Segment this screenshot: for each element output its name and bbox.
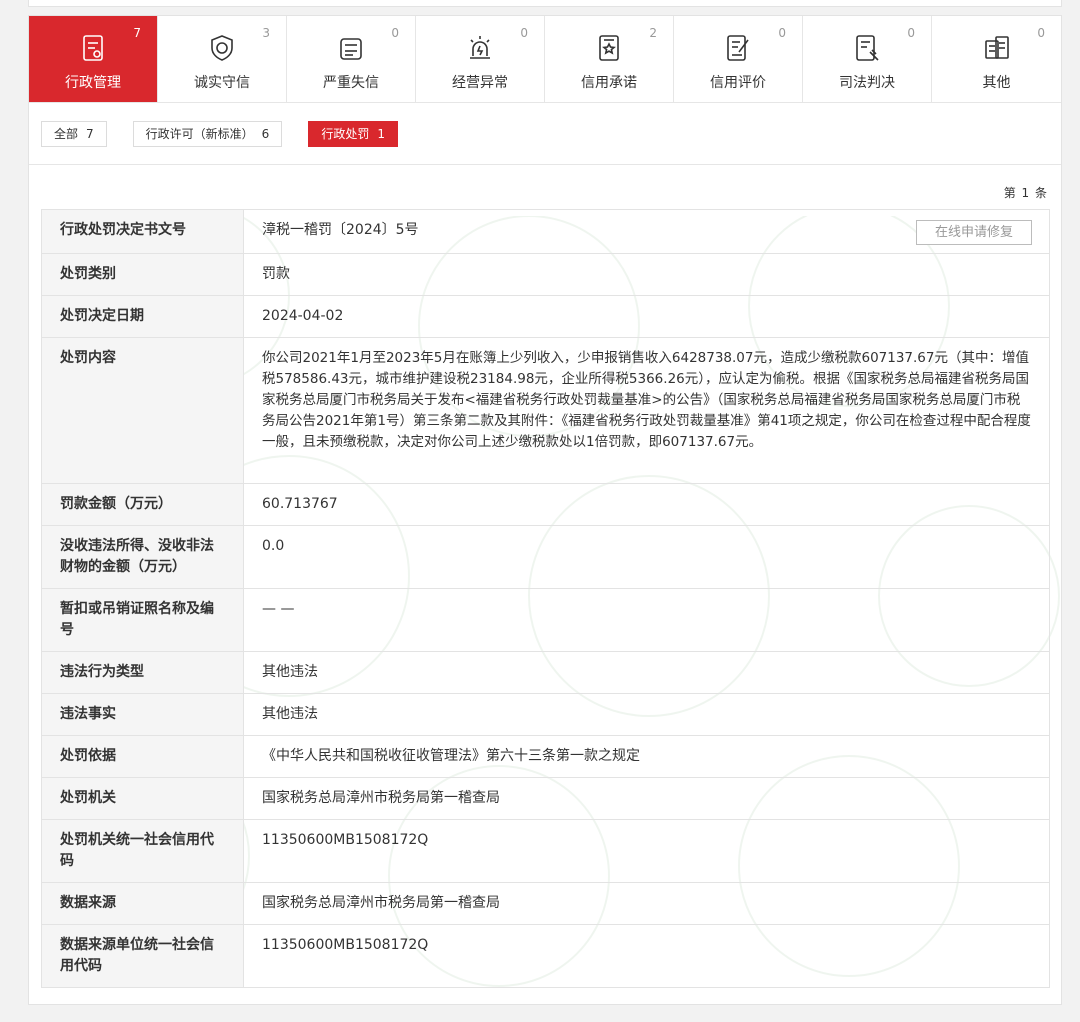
field-value: 罚款 <box>243 253 1050 296</box>
decision-number: 漳税一稽罚〔2024〕5号 <box>262 222 419 238</box>
tab-business-abnormal[interactable]: 经营异常 0 <box>416 16 545 102</box>
table-row: 行政处罚决定书文号 漳税一稽罚〔2024〕5号 在线申请修复 <box>41 209 1050 254</box>
tab-serious-dishonest[interactable]: 严重失信 0 <box>287 16 416 102</box>
field-label: 处罚机关 <box>41 777 244 820</box>
promise-star-icon <box>593 32 625 64</box>
dishonest-list-icon <box>335 32 367 64</box>
field-label: 暂扣或吊销证照名称及编号 <box>41 588 244 652</box>
field-value: — — <box>243 588 1050 652</box>
tab-label: 其他 <box>982 75 1011 91</box>
tab-count: 0 <box>907 26 915 40</box>
table-row: 处罚机关统一社会信用代码 11350600MB1508172Q <box>41 819 1050 883</box>
table-row: 违法事实 其他违法 <box>41 693 1050 736</box>
tab-count: 7 <box>133 26 141 40</box>
filter-all[interactable]: 全部 7 <box>41 121 107 147</box>
other-doc-icon <box>981 32 1013 64</box>
tab-label: 信用承诺 <box>581 75 637 91</box>
field-value: 漳税一稽罚〔2024〕5号 在线申请修复 <box>243 209 1050 254</box>
field-label: 处罚决定日期 <box>41 295 244 338</box>
divider <box>29 164 1061 165</box>
field-label: 没收违法所得、没收非法财物的金额（万元） <box>41 525 244 589</box>
table-row: 违法行为类型 其他违法 <box>41 651 1050 694</box>
tab-label: 信用评价 <box>710 75 766 91</box>
table-row: 数据来源 国家税务总局漳州市税务局第一稽查局 <box>41 882 1050 925</box>
sub-filter-bar: 全部 7 行政许可（新标准） 6 行政处罚 1 <box>41 121 398 147</box>
tab-honest[interactable]: 诚实守信 3 <box>158 16 287 102</box>
field-value: 11350600MB1508172Q <box>243 924 1050 988</box>
tab-count: 3 <box>262 26 270 40</box>
filter-admin-penalty[interactable]: 行政处罚 1 <box>308 121 398 147</box>
tab-count: 2 <box>649 26 657 40</box>
table-row: 暂扣或吊销证照名称及编号 — — <box>41 588 1050 652</box>
field-value: 国家税务总局漳州市税务局第一稽查局 <box>243 777 1050 820</box>
field-value: 2024-04-02 <box>243 295 1050 338</box>
table-row: 处罚机关 国家税务总局漳州市税务局第一稽查局 <box>41 777 1050 820</box>
field-label: 数据来源单位统一社会信用代码 <box>41 924 244 988</box>
field-value: 你公司2021年1月至2023年5月在账簿上少列收入，少申报销售收入642873… <box>243 337 1050 484</box>
tab-label: 行政管理 <box>65 75 121 91</box>
field-label: 处罚类别 <box>41 253 244 296</box>
tab-count: 0 <box>1037 26 1045 40</box>
table-row: 罚款金额（万元） 60.713767 <box>41 483 1050 526</box>
tab-label: 司法判决 <box>839 75 895 91</box>
evaluation-pen-icon <box>722 32 754 64</box>
penalty-detail-table: 行政处罚决定书文号 漳税一稽罚〔2024〕5号 在线申请修复 处罚类别 罚款 处… <box>41 209 1050 988</box>
online-repair-button[interactable]: 在线申请修复 <box>916 220 1032 245</box>
filter-count: 7 <box>86 127 94 141</box>
tab-label: 诚实守信 <box>194 75 250 91</box>
field-label: 罚款金额（万元） <box>41 483 244 526</box>
tab-count: 0 <box>778 26 786 40</box>
table-row: 处罚类别 罚款 <box>41 253 1050 296</box>
table-row: 没收违法所得、没收非法财物的金额（万元） 0.0 <box>41 525 1050 589</box>
field-label: 违法行为类型 <box>41 651 244 694</box>
tab-credit-evaluation[interactable]: 信用评价 0 <box>674 16 803 102</box>
field-label: 行政处罚决定书文号 <box>41 209 244 254</box>
tab-admin-management[interactable]: 行政管理 7 <box>29 16 158 102</box>
field-label: 处罚内容 <box>41 337 244 484</box>
field-value: 《中华人民共和国税收征收管理法》第六十三条第一款之规定 <box>243 735 1050 778</box>
top-strip <box>28 0 1062 7</box>
field-value: 国家税务总局漳州市税务局第一稽查局 <box>243 882 1050 925</box>
admin-doc-icon <box>77 32 109 64</box>
field-value: 其他违法 <box>243 651 1050 694</box>
filter-admin-license[interactable]: 行政许可（新标准） 6 <box>132 121 283 147</box>
filter-count: 1 <box>377 127 385 141</box>
filter-label: 行政许可（新标准） <box>145 127 254 141</box>
record-count: 第 1 条 <box>1003 186 1048 200</box>
tab-other[interactable]: 其他 0 <box>932 16 1061 102</box>
tab-count: 0 <box>391 26 399 40</box>
field-value: 60.713767 <box>243 483 1050 526</box>
table-row: 处罚决定日期 2024-04-02 <box>41 295 1050 338</box>
alarm-light-icon <box>464 32 496 64</box>
field-label: 处罚依据 <box>41 735 244 778</box>
field-value: 0.0 <box>243 525 1050 589</box>
judgment-icon <box>851 32 883 64</box>
field-value: 11350600MB1508172Q <box>243 819 1050 883</box>
category-tabs: 行政管理 7 诚实守信 3 严重失信 0 经营异常 0 信用承诺 2 信用评价 … <box>29 16 1061 103</box>
tab-credit-promise[interactable]: 信用承诺 2 <box>545 16 674 102</box>
tab-label: 严重失信 <box>323 75 379 91</box>
tab-count: 0 <box>520 26 528 40</box>
filter-label: 行政处罚 <box>321 127 370 141</box>
field-label: 处罚机关统一社会信用代码 <box>41 819 244 883</box>
table-row: 数据来源单位统一社会信用代码 11350600MB1508172Q <box>41 924 1050 988</box>
field-label: 数据来源 <box>41 882 244 925</box>
shield-credit-icon <box>206 32 238 64</box>
tab-label: 经营异常 <box>452 75 508 91</box>
tab-judicial-judgment[interactable]: 司法判决 0 <box>803 16 932 102</box>
credit-info-panel: 行政管理 7 诚实守信 3 严重失信 0 经营异常 0 信用承诺 2 信用评价 … <box>28 15 1062 1005</box>
field-label: 违法事实 <box>41 693 244 736</box>
filter-count: 6 <box>261 127 270 141</box>
field-value: 其他违法 <box>243 693 1050 736</box>
filter-label: 全部 <box>54 127 79 141</box>
table-row: 处罚内容 你公司2021年1月至2023年5月在账簿上少列收入，少申报销售收入6… <box>41 337 1050 484</box>
table-row: 处罚依据 《中华人民共和国税收征收管理法》第六十三条第一款之规定 <box>41 735 1050 778</box>
